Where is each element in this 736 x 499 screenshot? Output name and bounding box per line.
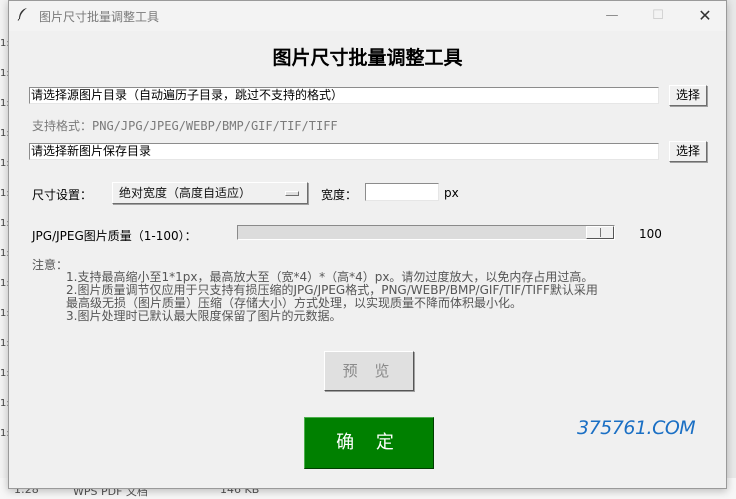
quality-slider[interactable] [237, 225, 615, 240]
app-window: 图片尺寸批量调整工具 — ☐ ✕ 图片尺寸批量调整工具 请选择源图片目录（自动遍… [8, 0, 727, 489]
note-line: 3.图片处理时已默认最大限度保留了图片的元数据。 [66, 309, 342, 323]
preview-button[interactable]: 预 览 [324, 351, 414, 391]
window-title: 图片尺寸批量调整工具 [39, 10, 160, 24]
notes-heading: 注意： [32, 258, 69, 272]
source-dir-field[interactable]: 请选择源图片目录（自动遍历子目录，跳过不支持的格式） [29, 87, 659, 104]
maximize-button[interactable]: ☐ [643, 5, 673, 27]
size-mode-dropdown[interactable]: 绝对宽度（高度自适应） [112, 182, 308, 204]
width-label: 宽度： [321, 188, 358, 202]
dropdown-indicator-icon [285, 191, 299, 196]
minimize-button[interactable]: — [597, 5, 627, 27]
select-source-button[interactable]: 选择 [669, 85, 707, 106]
select-dest-button[interactable]: 选择 [669, 141, 707, 162]
page-title: 图片尺寸批量调整工具 [272, 47, 463, 69]
formats-hint: 支持格式：PNG/JPG/JPEG/WEBP/BMP/GIF/TIF/TIFF [32, 119, 338, 133]
quality-value: 100 [639, 227, 662, 241]
watermark: 375761.COM [577, 417, 696, 439]
close-button[interactable]: ✕ [690, 5, 720, 27]
dest-dir-field[interactable]: 请选择新图片保存目录 [29, 143, 659, 160]
quality-slider-thumb[interactable] [586, 226, 614, 239]
width-unit: px [444, 186, 459, 200]
width-input[interactable] [365, 183, 439, 201]
size-setting-label: 尺寸设置： [32, 188, 93, 202]
confirm-button[interactable]: 确 定 [304, 417, 434, 469]
feather-icon [17, 7, 29, 25]
size-mode-value: 绝对宽度（高度自适应） [119, 186, 252, 200]
quality-label: JPG/JPEG图片质量（1-100）： [32, 229, 197, 243]
title-bar[interactable]: 图片尺寸批量调整工具 — ☐ ✕ [9, 1, 726, 31]
